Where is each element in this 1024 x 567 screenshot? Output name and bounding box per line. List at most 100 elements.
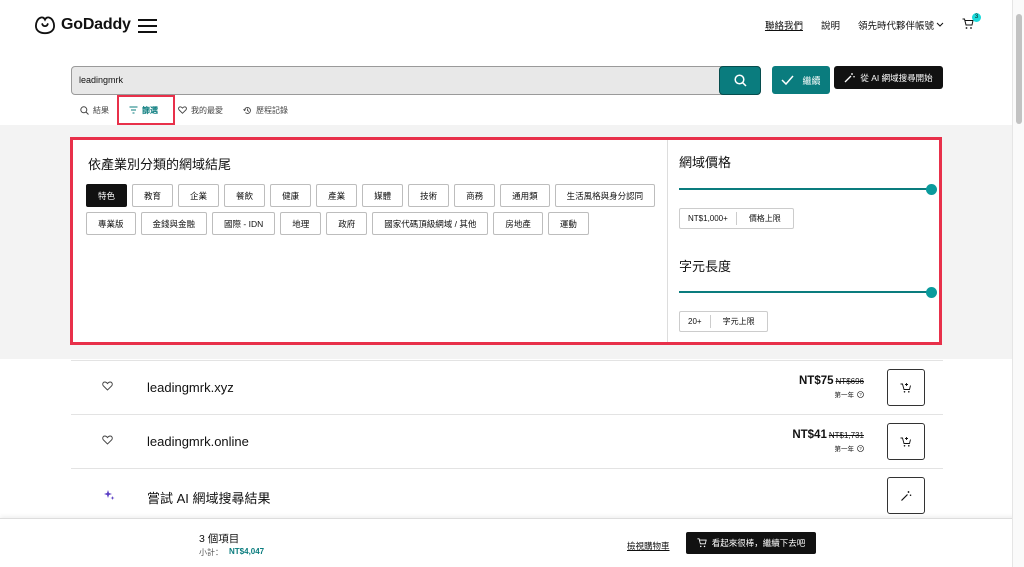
cart-plus-icon [900, 436, 911, 447]
length-slider[interactable] [679, 286, 937, 298]
category-chip[interactable]: 政府 [326, 212, 368, 235]
subtotal: 小計： NT$4,047 [199, 547, 264, 558]
ai-search-button[interactable]: 從 AI 網域搜尋開始 [834, 66, 943, 89]
header-nav: 聯絡我們 說明 領先時代夥伴帳號 3 [765, 13, 981, 32]
domain-name: leadingmrk.online [147, 434, 249, 449]
site-header: GoDaddy 聯絡我們 說明 領先時代夥伴帳號 3 [0, 0, 1024, 52]
length-slider-handle[interactable] [925, 286, 937, 298]
view-cart-link[interactable]: 檢視購物車 [627, 540, 670, 552]
checkout-button[interactable]: 看起來很棒，繼續下去吧 [686, 532, 816, 554]
add-to-cart-button[interactable] [887, 369, 925, 406]
ai-suggestion-row: 嘗試 AI 網域搜尋結果 [71, 468, 943, 522]
category-chip[interactable]: 專業版 [86, 212, 136, 235]
results-tabs: 結果 篩選 我的最愛 歷程記錄 [80, 103, 308, 117]
magic-wand-icon [901, 490, 912, 501]
length-max: 字元上限 [722, 317, 755, 326]
price-block: NT$75 NT$696 第一年 ? [799, 375, 864, 399]
category-chip[interactable]: 房地產 [493, 212, 543, 235]
category-chip[interactable]: 產業 [316, 184, 358, 207]
tab-favorites[interactable]: 我的最愛 [178, 105, 223, 116]
add-to-cart-button[interactable] [887, 423, 925, 460]
continue-button[interactable]: 繼續 [772, 66, 830, 94]
length-title: 字元長度 [679, 259, 732, 274]
price-title: 網域價格 [679, 155, 732, 170]
result-row: leadingmrk.online NT$41 NT$1,731 第一年 ? [71, 414, 943, 468]
result-row: leadingmrk.xyz NT$75 NT$696 第一年 ? [71, 360, 943, 414]
help-link[interactable]: 說明 [821, 18, 840, 32]
page-scrollbar[interactable] [1012, 0, 1024, 567]
category-chip[interactable]: 特色 [86, 184, 128, 207]
category-chip[interactable]: 媒體 [362, 184, 404, 207]
category-chip[interactable]: 地理 [280, 212, 322, 235]
category-chips: 特色 教育 企業 餐飲 健康 產業 媒體 技術 商務 通用類 生活風格與身分認同專業版 金錢與金融 國際… [86, 184, 656, 235]
account-menu[interactable]: 領先時代夥伴帳號 [858, 18, 944, 32]
ai-search-label: 從 AI 網域搜尋開始 [860, 72, 933, 83]
checkmark-icon [781, 75, 795, 85]
search-button[interactable] [719, 66, 761, 95]
category-chip[interactable]: 通用類 [500, 184, 550, 207]
category-chip[interactable]: 健康 [270, 184, 312, 207]
cart-summary-bar: 3 個項目 小計： NT$4,047 檢視購物車 看起來很棒，繼續下去吧 [0, 518, 1024, 567]
category-chip[interactable]: 運動 [547, 212, 589, 235]
cart-button[interactable]: 3 [962, 13, 981, 32]
cart-item-count: 3 個項目 [199, 533, 240, 545]
category-chip[interactable]: 金錢與金融 [140, 212, 208, 235]
svg-text:?: ? [859, 446, 862, 451]
ai-search-row-button[interactable] [887, 477, 925, 514]
price-range-box[interactable]: NT$1,000+ 價格上限 [679, 208, 794, 229]
search-icon [733, 74, 747, 87]
menu-icon[interactable] [138, 19, 157, 33]
category-chip[interactable]: 商務 [454, 184, 496, 207]
price-term: 第一年 [834, 446, 855, 453]
price-max: 價格上限 [748, 214, 781, 223]
category-chip[interactable]: 企業 [178, 184, 220, 207]
range-filters: 網域價格 NT$1,000+ 價格上限 字元長度 20+ 字元上限 [668, 140, 939, 342]
search-value: leadingmrk [79, 75, 124, 85]
filter-tab-highlight [117, 95, 175, 125]
history-icon [243, 106, 251, 114]
heart-icon[interactable] [102, 435, 113, 445]
account-label: 領先時代夥伴帳號 [857, 21, 934, 32]
domain-search-input[interactable]: leadingmrk [71, 66, 761, 95]
industry-filter: 依產業別分類的網域結尾 特色 教育 企業 餐飲 健康 產業 媒體 技術 商務 通用類 生活風格與身分… [73, 140, 667, 342]
category-chip[interactable]: 國家代碼頂級網域 / 其他 [372, 212, 489, 235]
heart-icon [178, 106, 187, 114]
price-slider[interactable] [679, 183, 937, 195]
sparkle-icon [104, 490, 115, 500]
old-price: NT$696 [835, 377, 864, 386]
category-chip[interactable]: 教育 [132, 184, 174, 207]
price-min: NT$1,000+ [680, 212, 737, 225]
ai-suggestion-label: 嘗試 AI 網域搜尋結果 [147, 491, 271, 506]
scrollbar-thumb[interactable] [1016, 14, 1022, 124]
category-chip[interactable]: 技術 [408, 184, 450, 207]
price: NT$75 [799, 375, 834, 387]
info-icon[interactable]: ? [857, 444, 864, 452]
cart-count-badge: 3 [972, 13, 981, 22]
category-chip[interactable]: 生活風格與身分認同 [554, 184, 656, 207]
subtotal-value: NT$4,047 [229, 547, 265, 556]
category-chip[interactable]: 餐飲 [224, 184, 266, 207]
filter-panel: 依產業別分類的網域結尾 特色 教育 企業 餐飲 健康 產業 媒體 技術 商務 通用類 生活風格與身分… [70, 137, 942, 345]
cart-plus-icon [900, 382, 911, 393]
search-icon [80, 105, 89, 115]
domain-name: leadingmrk.xyz [147, 380, 234, 395]
price-slider-handle[interactable] [925, 183, 937, 195]
subtotal-label: 小計： [199, 548, 223, 557]
godaddy-logo[interactable]: GoDaddy [34, 15, 131, 35]
category-chip[interactable]: 國際 - IDN [212, 212, 276, 235]
tab-results-label: 結果 [93, 105, 109, 115]
info-icon[interactable]: ? [857, 390, 864, 398]
tab-results[interactable]: 結果 [80, 105, 109, 116]
contact-link[interactable]: 聯絡我們 [765, 18, 803, 32]
industry-title: 依產業別分類的網域結尾 [88, 157, 232, 172]
heart-icon[interactable] [102, 381, 113, 391]
tab-history[interactable]: 歷程記錄 [243, 105, 288, 116]
logo-text: GoDaddy [61, 16, 131, 33]
price-block: NT$41 NT$1,731 第一年 ? [792, 429, 864, 453]
length-range-box[interactable]: 20+ 字元上限 [679, 311, 768, 332]
svg-text:?: ? [859, 392, 862, 397]
old-price: NT$1,731 [828, 431, 864, 440]
continue-label: 繼續 [802, 75, 821, 86]
checkout-label: 看起來很棒，繼續下去吧 [711, 538, 806, 548]
magic-wand-icon [844, 73, 856, 83]
